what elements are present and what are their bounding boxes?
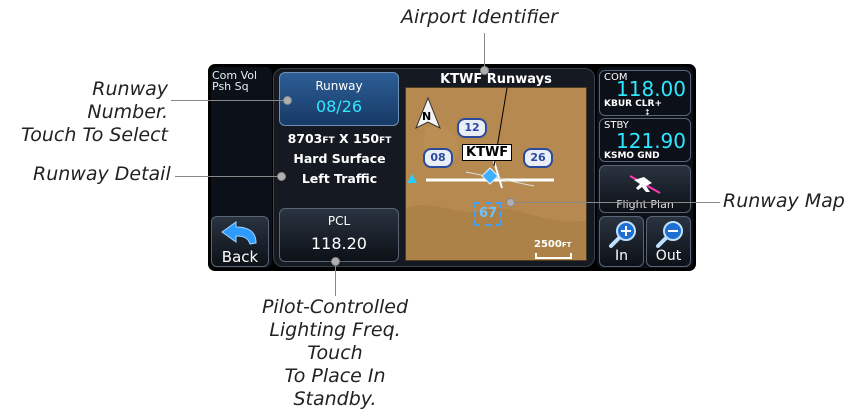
runway-button-label: Runway: [315, 79, 363, 93]
marker-67: 67: [474, 202, 502, 226]
zoom-out-label: Out: [655, 248, 682, 264]
runway-map[interactable]: N 12 08 KTWF 26 67 2500FT: [405, 87, 587, 261]
runway-map-callout: Runway Map: [723, 190, 845, 212]
com-frequency-button[interactable]: COM 118.00 KBUR CLR+ ↕: [599, 70, 691, 117]
runway-detail-callout: Runway Detail: [33, 163, 171, 185]
runway-surface: Hard Surface: [293, 151, 386, 166]
runway-number-callout-line1: Runway Number.: [87, 78, 168, 123]
airport-identifier-dot: [480, 66, 489, 75]
runway-detail-leader: [175, 176, 279, 177]
airport-identifier-callout: Airport Identifier: [401, 6, 558, 28]
map-scale-value: 2500: [534, 239, 562, 250]
map-scale: 2500FT: [534, 239, 571, 250]
runway-button-value: 08/26: [315, 97, 363, 116]
map-scale-unit: FT: [561, 241, 572, 249]
runway-number-callout-line2: Touch To Select: [21, 124, 168, 146]
runway-traffic-pattern: Left Traffic: [301, 171, 378, 186]
pcl-callout-line1: Pilot-Controlled: [261, 296, 409, 318]
runway-map-dot: [506, 198, 515, 207]
psh-sq-label: Psh Sq: [212, 80, 249, 93]
zoom-out-button[interactable]: Out: [646, 216, 691, 267]
runway-width-unit: FT: [379, 136, 392, 146]
pcl-callout-line3: To Place In Standby.: [284, 365, 386, 410]
runway-width: 150: [353, 131, 380, 146]
pcl-button-value: 118.20: [311, 234, 367, 253]
com-station: KBUR CLR+: [604, 99, 663, 109]
runway-12-label[interactable]: 12: [457, 118, 487, 138]
map-title: KTWF Runways: [440, 72, 552, 87]
zoom-in-button[interactable]: In: [599, 216, 644, 267]
pcl-callout-line2: Lighting Freq. Touch: [269, 319, 401, 364]
pcl-leader: [335, 262, 336, 296]
pcl-frequency-button[interactable]: PCL 118.20: [279, 208, 399, 262]
runway-26-label[interactable]: 26: [523, 148, 553, 168]
airport-id-label: KTWF: [462, 144, 513, 161]
zoom-out-icon: [656, 221, 683, 248]
pcl-callout: Pilot-Controlled Lighting Freq. Touch To…: [240, 296, 430, 411]
runway-length: 8703: [287, 131, 323, 146]
back-label: Back: [221, 248, 259, 266]
swap-icon: ↕: [644, 108, 651, 117]
runway-dimensions: 8703FT X 150FT: [278, 131, 401, 146]
runway-select-button[interactable]: Runway 08/26: [279, 72, 399, 126]
runway-number-dot: [283, 96, 292, 105]
com-volume-knob-label: Com Vol Psh Sq: [212, 70, 257, 92]
com-frequency: 118.00: [616, 77, 686, 101]
runway-length-unit: FT: [322, 136, 335, 146]
north-label: N: [422, 110, 432, 123]
zoom-in-icon: [609, 221, 636, 248]
runway-08-label[interactable]: 08: [423, 148, 453, 168]
stby-station: KSMO GND: [604, 151, 660, 161]
back-button[interactable]: Back: [211, 216, 269, 267]
runway-map-graphic: [406, 88, 586, 260]
zoom-in-label: In: [614, 248, 628, 264]
pcl-button-label: PCL: [327, 214, 351, 228]
flight-plan-icon: [629, 175, 661, 194]
runway-dim-separator: X: [339, 131, 349, 146]
runway-detail-dot: [277, 172, 286, 181]
standby-frequency-button[interactable]: STBY 121.90 KSMO GND: [599, 118, 691, 162]
stby-frequency: 121.90: [616, 129, 686, 153]
pcl-dot: [331, 257, 340, 266]
back-arrow-icon: [221, 221, 257, 245]
runway-map-leader: [511, 202, 720, 203]
runway-number-leader: [171, 100, 285, 101]
flight-plan-button[interactable]: Flight Plan: [599, 165, 691, 213]
runway-number-callout: Runway Number. Touch To Select: [8, 78, 168, 147]
flight-plan-label: Flight Plan: [616, 198, 674, 211]
